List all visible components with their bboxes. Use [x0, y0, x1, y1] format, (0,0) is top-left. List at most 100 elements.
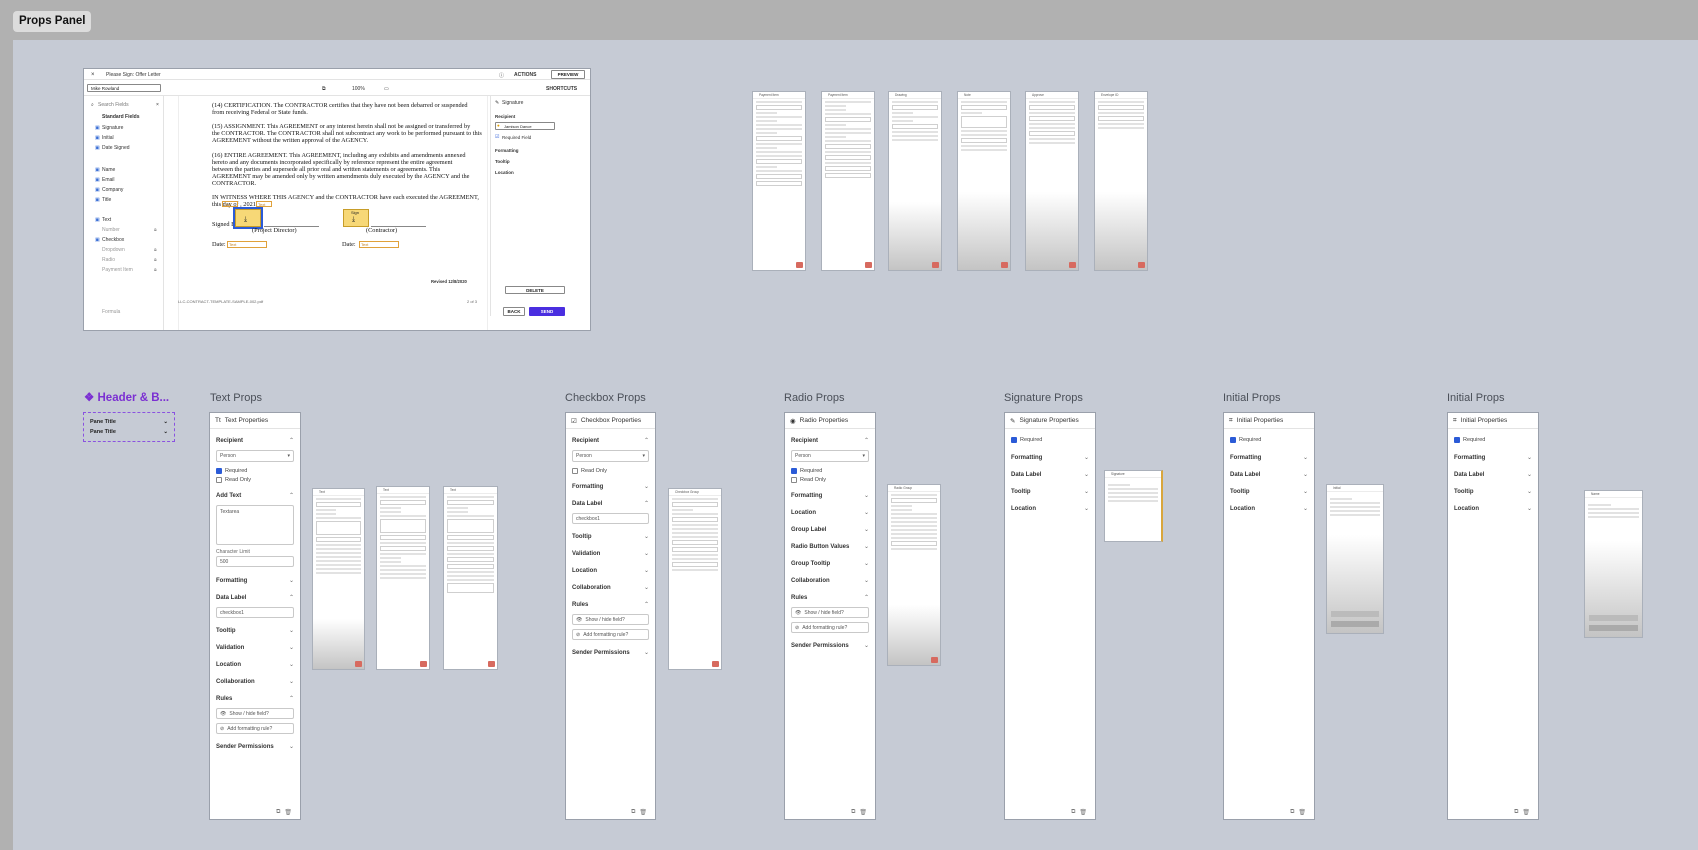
field-email[interactable]: Email: [102, 177, 115, 183]
field-initial[interactable]: Initial: [102, 135, 114, 141]
copy-icon[interactable]: ⧉: [631, 809, 635, 816]
zoom-select[interactable]: 100%: [352, 86, 365, 92]
data-label-input[interactable]: checkbox1: [576, 516, 600, 522]
formatting-section[interactable]: Formatting: [495, 148, 519, 153]
copy-icon[interactable]: ⧉: [322, 86, 326, 92]
show-hide-rule-button[interactable]: Show / hide field?: [804, 610, 843, 616]
sender-permissions-section[interactable]: Sender Permissions: [572, 650, 630, 656]
field-text[interactable]: Text: [102, 217, 111, 223]
add-formatting-rule-button[interactable]: Add formatting rule?: [802, 625, 847, 631]
rules-section[interactable]: Rules: [572, 602, 588, 608]
read-only-checkbox[interactable]: [216, 477, 222, 483]
required-checkbox[interactable]: ☑: [495, 134, 499, 140]
field-formula[interactable]: Formula: [102, 309, 120, 315]
read-only-checkbox[interactable]: [791, 477, 797, 483]
data-label-section[interactable]: Data Label: [1011, 472, 1041, 478]
tooltip-section[interactable]: Tooltip: [495, 159, 510, 164]
field-payment-item[interactable]: Payment Item: [102, 267, 133, 273]
data-label-input[interactable]: checkbox1: [220, 610, 244, 616]
actions-menu[interactable]: ACTIONS: [514, 72, 537, 78]
copy-icon[interactable]: ⧉: [851, 809, 855, 816]
field-signature[interactable]: Signature: [102, 125, 123, 131]
shortcuts-button[interactable]: SHORTCUTS: [546, 86, 577, 92]
tooltip-section[interactable]: Tooltip: [572, 534, 592, 540]
back-button[interactable]: BACK: [503, 307, 525, 316]
data-label-section[interactable]: Data Label: [216, 595, 246, 601]
copy-icon[interactable]: ⧉: [1514, 809, 1518, 816]
field-number[interactable]: Number: [102, 227, 120, 233]
collaboration-section[interactable]: Collaboration: [572, 585, 611, 591]
chevron-up-icon[interactable]: ⌃: [864, 437, 869, 444]
collaboration-section[interactable]: Collaboration: [216, 679, 255, 685]
trash-icon[interactable]: 🗑︎: [1079, 809, 1087, 816]
field-radio[interactable]: Radio: [102, 257, 115, 263]
chevron-down-icon[interactable]: ⌄: [163, 419, 168, 425]
formatting-section[interactable]: Formatting: [791, 493, 822, 499]
delete-button[interactable]: DELETE: [505, 286, 565, 294]
trash-icon[interactable]: 🗑︎: [859, 809, 867, 816]
field-name[interactable]: Name: [102, 167, 115, 173]
sender-permissions-section[interactable]: Sender Permissions: [791, 643, 849, 649]
required-checkbox[interactable]: [1011, 437, 1017, 443]
formatting-section[interactable]: Formatting: [1230, 455, 1261, 461]
required-checkbox[interactable]: [1454, 437, 1460, 443]
formatting-section[interactable]: Formatting: [1454, 455, 1485, 461]
copy-icon[interactable]: ⧉: [1290, 809, 1294, 816]
field-company[interactable]: Company: [102, 187, 123, 193]
tooltip-section[interactable]: Tooltip: [1454, 489, 1474, 495]
help-icon[interactable]: ⓘ: [499, 72, 504, 79]
search-fields-input[interactable]: Search Fields: [98, 102, 129, 108]
location-section[interactable]: Location: [572, 568, 597, 574]
recipient-select[interactable]: Person: [220, 453, 236, 459]
signer-select[interactable]: Mike Rowland: [87, 84, 161, 92]
close-icon[interactable]: ×: [91, 72, 95, 78]
copy-icon[interactable]: ⧉: [276, 809, 280, 816]
copy-icon[interactable]: ⧉: [1071, 809, 1075, 816]
rules-section[interactable]: Rules: [216, 696, 232, 702]
comment-icon[interactable]: ▭: [384, 86, 389, 92]
recipient-select[interactable]: Person: [576, 453, 592, 459]
formatting-section[interactable]: Formatting: [572, 484, 603, 490]
group-label-section[interactable]: Group Label: [791, 527, 826, 533]
add-text-textarea[interactable]: Textarea: [220, 509, 239, 515]
trash-icon[interactable]: 🗑︎: [284, 809, 292, 816]
location-section[interactable]: Location: [1454, 506, 1479, 512]
required-checkbox[interactable]: [1230, 437, 1236, 443]
sender-permissions-section[interactable]: Sender Permissions: [216, 744, 274, 750]
tooltip-section[interactable]: Tooltip: [1230, 489, 1250, 495]
show-hide-rule-button[interactable]: Show / hide field?: [229, 711, 268, 717]
tooltip-section[interactable]: Tooltip: [1011, 489, 1031, 495]
location-section[interactable]: Location: [791, 510, 816, 516]
rules-section[interactable]: Rules: [791, 595, 807, 601]
recipient-select[interactable]: Jamison Dance: [495, 122, 555, 130]
show-hide-rule-button[interactable]: Show / hide field?: [585, 617, 624, 623]
field-title[interactable]: Title: [102, 197, 111, 203]
chevron-up-icon[interactable]: ⌃: [644, 437, 649, 444]
send-button[interactable]: SEND: [529, 307, 565, 316]
field-checkbox[interactable]: Checkbox: [102, 237, 124, 243]
text-field-placeholder[interactable]: Text: [256, 201, 272, 207]
formatting-section[interactable]: Formatting: [216, 578, 247, 584]
add-formatting-rule-button[interactable]: Add formatting rule?: [227, 726, 272, 732]
character-limit-input[interactable]: 500: [220, 559, 228, 565]
chevron-up-icon[interactable]: ⌃: [289, 437, 294, 444]
collaboration-section[interactable]: Collaboration: [791, 578, 830, 584]
location-section[interactable]: Location: [216, 662, 241, 668]
field-date-signed[interactable]: Date Signed: [102, 145, 130, 151]
data-label-section[interactable]: Data Label: [1230, 472, 1260, 478]
tooltip-section[interactable]: Tooltip: [216, 628, 236, 634]
text-field-placeholder[interactable]: Text: [222, 201, 238, 207]
required-checkbox[interactable]: [216, 468, 222, 474]
group-tooltip-section[interactable]: Group Tooltip: [791, 561, 830, 567]
clear-search-icon[interactable]: ×: [156, 102, 159, 108]
radio-button-values-section[interactable]: Radio Button Values: [791, 544, 849, 550]
signature-field-selected[interactable]: [233, 207, 263, 229]
trash-icon[interactable]: 🗑︎: [639, 809, 647, 816]
location-section[interactable]: Location: [1011, 506, 1036, 512]
preview-button[interactable]: PREVIEW: [551, 70, 585, 79]
data-label-section[interactable]: Data Label: [1454, 472, 1484, 478]
date-field[interactable]: Text: [227, 241, 267, 248]
field-dropdown[interactable]: Dropdown: [102, 247, 125, 253]
location-section[interactable]: Location: [495, 170, 514, 175]
date-field[interactable]: Text: [359, 241, 399, 248]
